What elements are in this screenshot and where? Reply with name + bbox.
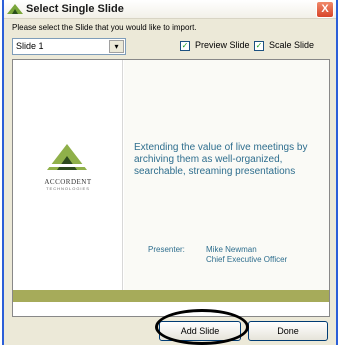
presenter-title: Chief Executive Officer [206,255,288,264]
done-button[interactable]: Done [248,321,328,341]
slide-footer-band [13,290,329,302]
slide-logo-panel: ACCORDENT TECHNOLOGIES [13,60,123,290]
chevron-down-icon[interactable]: ▾ [109,40,124,53]
accordent-logo [47,144,87,170]
select-slide-dialog: Select Single Slide X Please select the … [2,0,338,345]
dialog-title: Select Single Slide [26,3,124,15]
presenter-label: Presenter: [148,245,185,254]
slide-headline: Extending the value of live meetings by … [134,142,308,177]
check-icon[interactable]: ✓ [254,41,264,51]
highlight-circle [155,309,249,345]
slide-content-panel: Extending the value of live meetings by … [124,60,329,290]
instruction-text: Please select the Slide that you would l… [12,23,197,32]
slide-preview: ACCORDENT TECHNOLOGIES Extending the val… [12,59,330,317]
logo-subtitle: TECHNOLOGIES [46,186,90,191]
logo-name: ACCORDENT [44,178,92,186]
check-icon[interactable]: ✓ [180,41,190,51]
presenter-name: Mike Newman [206,245,257,254]
title-bar: Select Single Slide X [4,0,336,19]
preview-slide-label: Preview Slide [195,40,250,50]
slide-dropdown[interactable]: Slide 1 ▾ [12,38,126,55]
app-icon [7,4,23,14]
close-button[interactable]: X [316,1,334,18]
scale-slide-label: Scale Slide [269,40,315,50]
slide-dropdown-value: Slide 1 [16,41,44,51]
